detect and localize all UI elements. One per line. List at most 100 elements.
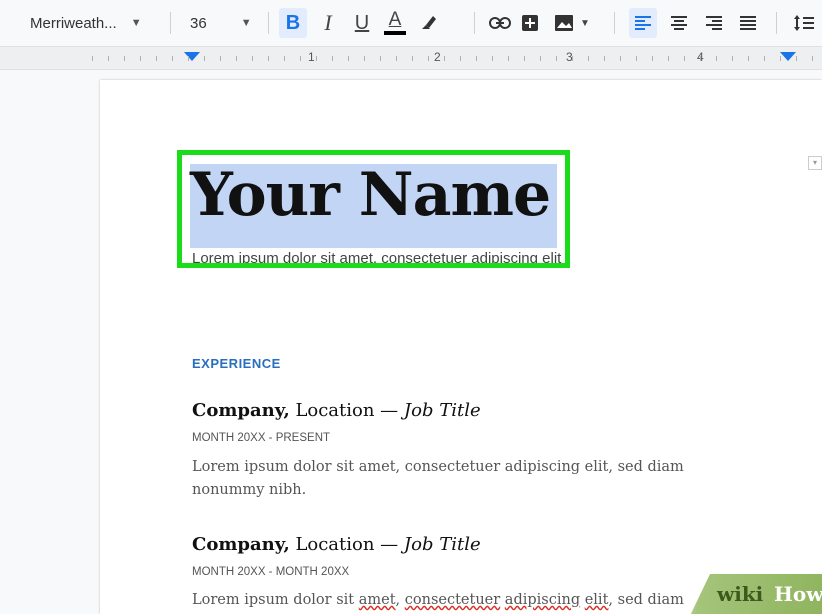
job-heading[interactable]: Company, Location — Job Title [192, 400, 481, 421]
toolbar-divider [776, 12, 777, 34]
ruler-tick [364, 56, 365, 61]
ruler-tick [140, 56, 141, 61]
desc-text: , sed diam [608, 592, 684, 608]
add-comment-icon[interactable] [516, 8, 544, 38]
ruler-tick [620, 56, 621, 61]
text-color-button[interactable]: A [381, 8, 409, 38]
ruler-tick [204, 56, 205, 61]
ruler-tick [284, 56, 285, 61]
ruler-tick [124, 56, 125, 61]
job-title: Job Title [403, 534, 481, 555]
ruler-tick [748, 56, 749, 61]
company-name: Company, [192, 534, 290, 555]
ruler-tick [252, 56, 253, 61]
ruler-tick [332, 56, 333, 61]
ruler-tick [780, 56, 781, 61]
font-family-value: Merriweath... [30, 14, 117, 32]
ruler-tick [796, 56, 797, 61]
ruler-tick [444, 56, 445, 61]
ruler-tick [812, 56, 813, 61]
ruler-tick [92, 56, 93, 61]
job-description[interactable]: Lorem ipsum dolor sit amet, consectetuer… [192, 589, 752, 612]
align-left-icon[interactable] [629, 8, 657, 38]
ruler-tick [220, 56, 221, 61]
ruler-tick [188, 56, 189, 61]
highlight-pen-icon[interactable] [414, 8, 442, 38]
toolbar-divider [474, 12, 475, 34]
toolbar-divider [268, 12, 269, 34]
ruler-tick [108, 56, 109, 61]
ruler-tick [508, 56, 509, 61]
ruler-tick [556, 56, 557, 61]
job-title: Job Title [403, 400, 481, 421]
job-dates[interactable]: MONTH 20XX - MONTH 20XX [192, 566, 349, 578]
ruler-tick [524, 56, 525, 61]
ruler-tick [572, 56, 573, 61]
bold-button[interactable]: B [279, 8, 307, 38]
align-center-icon[interactable] [665, 8, 693, 38]
job-heading[interactable]: Company, Location — Job Title [192, 534, 481, 555]
job-location: Location — [289, 534, 404, 555]
spellcheck-word[interactable]: consectetuer [405, 592, 500, 608]
ruler-tick [380, 56, 381, 61]
chevron-down-icon: ▼ [240, 17, 252, 29]
ruler-tick [412, 56, 413, 61]
underline-button[interactable]: U [348, 8, 376, 38]
company-name: Company, [192, 400, 290, 421]
align-right-icon[interactable] [700, 8, 728, 38]
toolbar-divider [614, 12, 615, 34]
spellcheck-word[interactable]: amet [359, 592, 396, 608]
ruler-tick [460, 56, 461, 61]
ruler-tick [764, 56, 765, 61]
ruler-tick [588, 56, 589, 61]
job-dates[interactable]: MONTH 20XX - PRESENT [192, 432, 330, 444]
ruler-tick [300, 56, 301, 61]
text-color-letter: A [388, 9, 402, 30]
ruler-tick [156, 56, 157, 61]
insert-image-icon[interactable]: ▼ [548, 8, 596, 38]
insert-link-icon[interactable] [486, 8, 514, 38]
horizontal-ruler[interactable]: 1 2 3 4 [0, 46, 822, 70]
experience-section-title[interactable]: EXPERIENCE [192, 356, 281, 371]
ruler-tick [540, 56, 541, 61]
font-size-value: 36 [190, 14, 207, 32]
outline-toggle-icon[interactable]: ▾ [808, 156, 822, 170]
ruler-tick [492, 56, 493, 61]
ruler-tick [172, 56, 173, 61]
desc-text: , [395, 592, 405, 608]
ruler-tick [316, 56, 317, 61]
chevron-down-icon: ▼ [580, 17, 590, 29]
desc-text: Lorem ipsum dolor sit [192, 592, 359, 608]
job-location: Location — [289, 400, 404, 421]
formatting-toolbar: Merriweath... ▼ 36 ▼ B I U A ▼ [0, 0, 822, 46]
ruler-tick [716, 56, 717, 61]
watermark-how: How [774, 582, 822, 606]
ruler-tick [604, 56, 605, 61]
watermark-wiki: wiki [717, 582, 764, 606]
font-size-select[interactable]: 36 ▼ [186, 8, 262, 38]
italic-button[interactable]: I [314, 8, 342, 38]
ruler-tick [348, 56, 349, 61]
job-description[interactable]: Lorem ipsum dolor sit amet, consectetuer… [192, 456, 752, 502]
ruler-tick [476, 56, 477, 61]
ruler-tick [700, 56, 701, 61]
chevron-down-icon: ▼ [130, 17, 142, 29]
selection-outline-box [177, 150, 570, 268]
ruler-number: 2 [434, 50, 441, 64]
ruler-tick [732, 56, 733, 61]
ruler-tick [684, 56, 685, 61]
ruler-number: 1 [308, 50, 315, 64]
left-indent-marker-icon[interactable] [184, 52, 200, 61]
ruler-tick [396, 56, 397, 61]
ruler-tick [268, 56, 269, 61]
spellcheck-word[interactable]: adipiscing [505, 592, 580, 608]
line-spacing-icon[interactable] [790, 8, 818, 38]
font-family-select[interactable]: Merriweath... ▼ [30, 8, 160, 38]
right-indent-marker-icon[interactable] [780, 52, 796, 61]
text-color-swatch [384, 31, 406, 35]
ruler-tick [636, 56, 637, 61]
align-justify-icon[interactable] [734, 8, 762, 38]
ruler-tick [668, 56, 669, 61]
ruler-tick [236, 56, 237, 61]
spellcheck-word[interactable]: elit [585, 592, 609, 608]
